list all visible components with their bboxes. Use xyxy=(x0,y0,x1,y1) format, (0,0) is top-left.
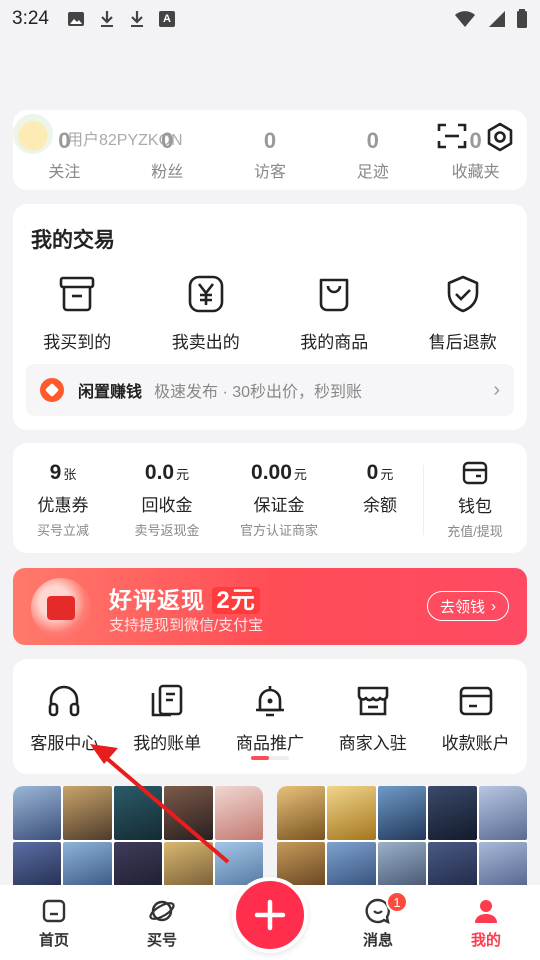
tab-label: 买号 xyxy=(146,932,177,949)
tab-label: 我的 xyxy=(470,932,501,949)
tab-label: 消息 xyxy=(362,932,393,949)
publish-button[interactable] xyxy=(232,877,308,953)
annotation-arrow xyxy=(90,744,230,864)
tab-home[interactable]: 首页 xyxy=(0,885,108,960)
user-icon xyxy=(475,900,497,923)
tab-label: 首页 xyxy=(38,932,69,949)
tab-messages[interactable]: 消息 1 xyxy=(324,885,432,960)
tab-mine[interactable]: 我的 xyxy=(432,885,540,960)
tab-buy-account[interactable]: 买号 xyxy=(108,885,216,960)
unread-badge: 1 xyxy=(386,891,408,913)
home-icon xyxy=(42,899,66,923)
plus-icon xyxy=(254,899,286,931)
planet-icon xyxy=(149,900,175,922)
